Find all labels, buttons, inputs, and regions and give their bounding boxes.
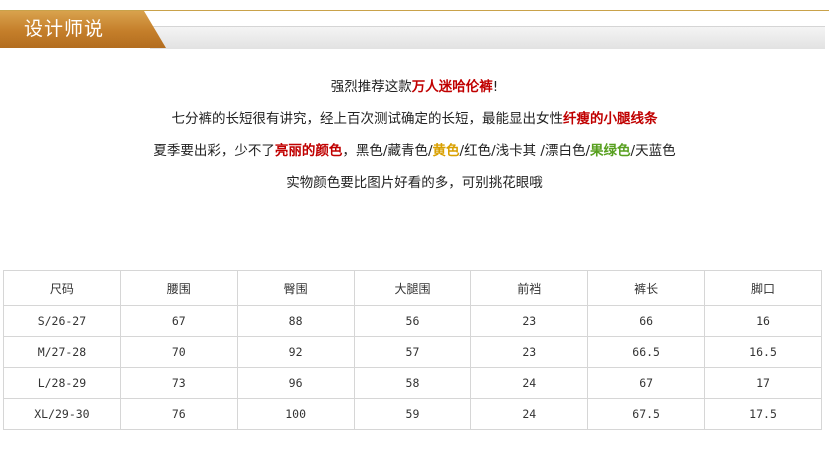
column-header-size: 尺码	[3, 270, 121, 306]
table-cell: L/28-29	[3, 367, 121, 399]
header-gold-line	[0, 10, 829, 11]
description-line-1: 强烈推荐这款万人迷哈伦裤!	[0, 78, 829, 96]
header-title: 设计师说	[24, 18, 105, 40]
table-cell: 66	[587, 305, 706, 337]
table-cell: 100	[236, 398, 355, 430]
table-cell: 88	[236, 305, 355, 337]
description-line-3-part2: ，黑色/藏青色/	[342, 143, 433, 159]
table-cell: 24	[470, 367, 589, 399]
table-cell: 24	[470, 398, 589, 430]
table-cell: 70	[119, 336, 238, 368]
section-header: 设计师说	[0, 8, 829, 49]
description-line-3-highlight-green: 果绿色	[590, 143, 631, 159]
table-cell: 17.5	[704, 398, 822, 430]
description-line-1-highlight: 万人迷哈伦裤	[411, 79, 493, 95]
table-cell: 16	[704, 305, 822, 337]
table-cell: M/27-28	[3, 336, 121, 368]
description-line-3-part3: /红色/浅卡其 /漂白色/	[459, 143, 591, 159]
table-cell: 67	[587, 367, 706, 399]
size-table: 尺码 腰围 臀围 大腿围 前裆 裤长 脚口 S/26-27 67 88 56 2…	[3, 270, 822, 430]
description-line-1-prefix: 强烈推荐这款	[330, 79, 412, 95]
table-row: XL/29-30 76 100 59 24 67.5 17.5	[3, 398, 822, 430]
description-line-2-highlight: 纤瘦的小腿线条	[563, 111, 658, 127]
table-row: S/26-27 67 88 56 23 66 16	[3, 305, 822, 337]
column-header-leg-opening: 脚口	[704, 270, 822, 306]
table-cell: 59	[353, 398, 472, 430]
description-line-3-highlight-red: 亮丽的颜色	[274, 143, 343, 159]
table-cell: 58	[353, 367, 472, 399]
description-line-4: 实物颜色要比图片好看的多，可别挑花眼哦	[286, 175, 543, 191]
table-cell: 56	[353, 305, 472, 337]
table-cell: S/26-27	[3, 305, 121, 337]
table-cell: 23	[470, 305, 589, 337]
description-line-3-part4: /天蓝色	[630, 143, 676, 159]
table-cell: 96	[236, 367, 355, 399]
table-cell: 67.5	[587, 398, 706, 430]
table-cell: 23	[470, 336, 589, 368]
description-line-3: 夏季要出彩，少不了亮丽的颜色，黑色/藏青色/黄色/红色/浅卡其 /漂白色/果绿色…	[0, 142, 829, 160]
column-header-thigh: 大腿围	[353, 270, 472, 306]
description-line-3-highlight-yellow: 黄色	[432, 143, 460, 159]
header-grey-bar	[150, 26, 825, 49]
table-cell: 16.5	[704, 336, 822, 368]
table-cell: 76	[119, 398, 238, 430]
table-cell: 73	[119, 367, 238, 399]
table-cell: 17	[704, 367, 822, 399]
column-header-length: 裤长	[587, 270, 706, 306]
table-cell: XL/29-30	[3, 398, 121, 430]
column-header-front-rise: 前裆	[470, 270, 589, 306]
table-cell: 66.5	[587, 336, 706, 368]
column-header-hip: 臀围	[236, 270, 355, 306]
table-row: M/27-28 70 92 57 23 66.5 16.5	[3, 336, 822, 368]
description-line-1-suffix: !	[492, 79, 499, 95]
description-line-2-prefix: 七分裤的长短很有讲究，经上百次测试确定的长短，最能显出女性	[171, 111, 564, 127]
description-line-2: 七分裤的长短很有讲究，经上百次测试确定的长短，最能显出女性纤瘦的小腿线条	[0, 110, 829, 128]
column-header-waist: 腰围	[119, 270, 238, 306]
table-cell: 92	[236, 336, 355, 368]
size-table-header-row: 尺码 腰围 臀围 大腿围 前裆 裤长 脚口	[3, 270, 822, 306]
table-row: L/28-29 73 96 58 24 67 17	[3, 367, 822, 399]
description-line-3-part1: 夏季要出彩，少不了	[153, 143, 275, 159]
table-cell: 57	[353, 336, 472, 368]
table-cell: 67	[119, 305, 238, 337]
